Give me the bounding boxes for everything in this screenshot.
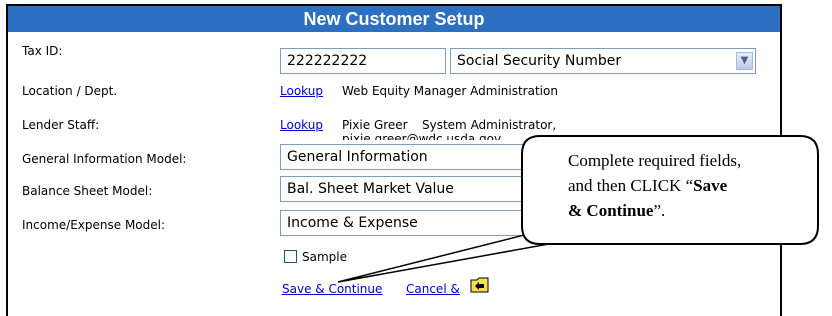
balance-model-label: Balance Sheet Model: bbox=[22, 184, 153, 198]
location-value: Web Equity Manager Administration bbox=[342, 84, 558, 98]
callout-line-3: & Continue”. bbox=[568, 201, 666, 220]
lender-staff-email: pixie.greer@wdc.usda.gov bbox=[342, 132, 502, 140]
callout-text: Complete required fields, and then CLICK… bbox=[568, 148, 808, 223]
tax-id-type-select[interactable]: Social Security Number ▼ bbox=[450, 48, 756, 74]
location-lookup-link[interactable]: Lookup bbox=[280, 84, 323, 98]
lender-staff-label: Lender Staff: bbox=[22, 118, 100, 132]
lender-staff-name: Pixie Greer bbox=[342, 118, 408, 132]
tax-id-label: Tax ID: bbox=[22, 44, 63, 58]
sample-checkbox[interactable] bbox=[284, 250, 297, 263]
chevron-down-icon[interactable]: ▼ bbox=[736, 52, 753, 70]
tax-id-type-value: Social Security Number bbox=[457, 53, 622, 69]
general-model-value: General Information bbox=[287, 149, 428, 165]
panel-title: New Customer Setup bbox=[8, 6, 780, 32]
general-model-label: General Information Model: bbox=[22, 152, 187, 166]
income-model-label: Income/Expense Model: bbox=[22, 218, 166, 232]
lender-staff-lookup-link[interactable]: Lookup bbox=[280, 118, 323, 132]
lender-staff-role: System Administrator, bbox=[422, 118, 557, 132]
tax-id-input[interactable]: 222222222 bbox=[280, 48, 446, 74]
location-label: Location / Dept. bbox=[22, 84, 118, 98]
balance-model-value: Bal. Sheet Market Value bbox=[287, 181, 454, 197]
callout-line-2: and then CLICK “Save bbox=[568, 176, 728, 195]
callout-line-1: Complete required fields, bbox=[568, 151, 742, 170]
